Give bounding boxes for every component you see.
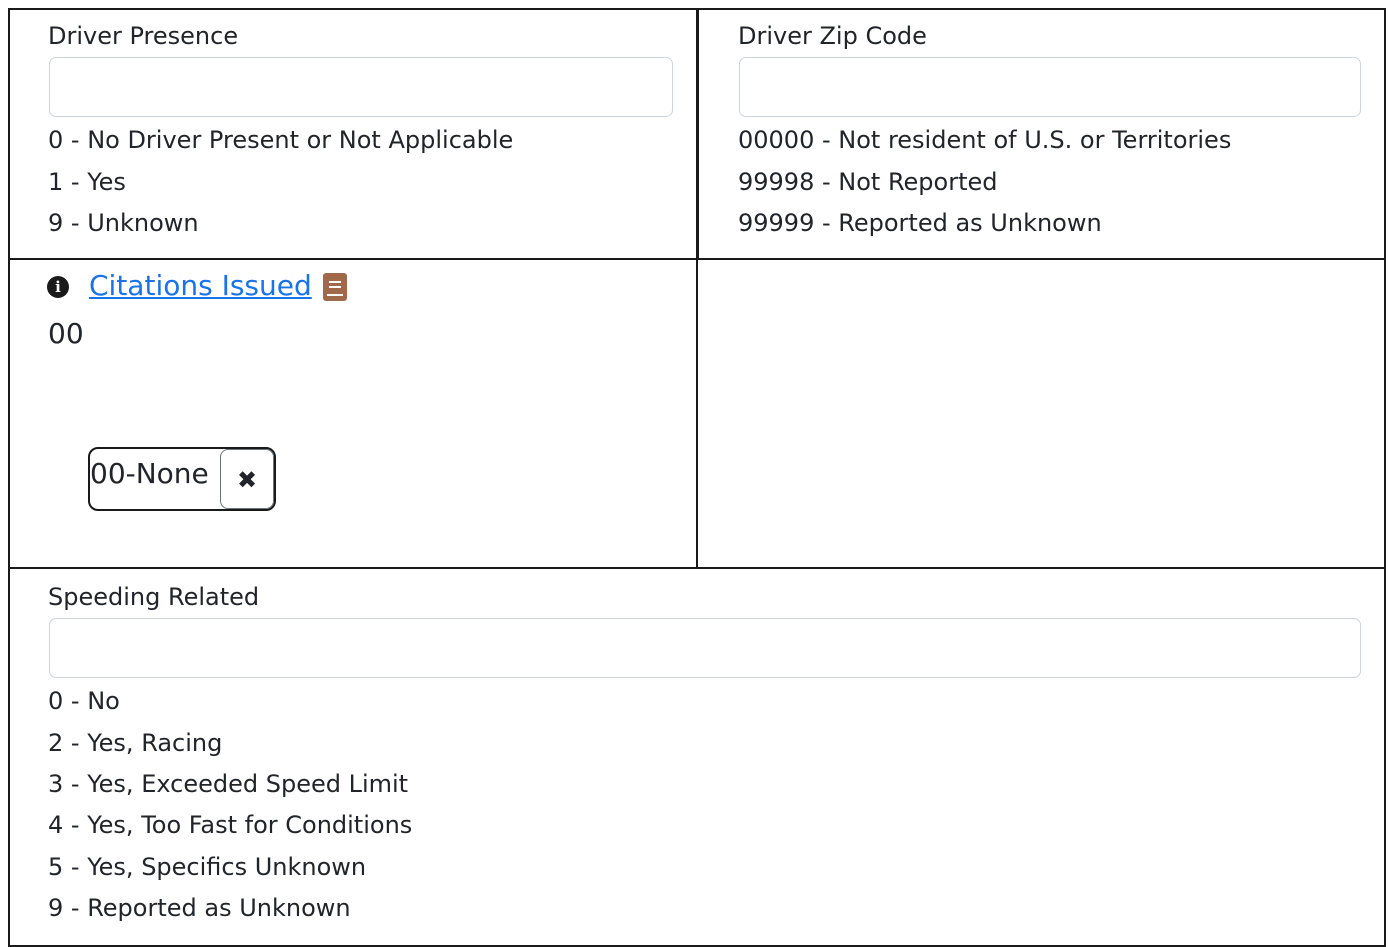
remove-chip-button[interactable]: ✖ (220, 449, 274, 509)
chip-label: 00-None (90, 457, 209, 490)
speeding-option: 4 - Yes, Too Fast for Conditions (48, 811, 413, 839)
driver-presence-label: Driver Presence (48, 22, 239, 50)
driver-zip-option: 99998 - Not Reported (738, 168, 998, 196)
citations-section (8, 258, 698, 569)
driver-presence-option: 0 - No Driver Present or Not Applicable (48, 126, 514, 154)
info-icon[interactable]: i (47, 276, 69, 298)
citations-value: 00 (48, 317, 84, 350)
empty-section (696, 258, 1386, 569)
driver-presence-option: 1 - Yes (48, 168, 126, 196)
driver-presence-input[interactable] (49, 57, 673, 117)
speeding-option: 2 - Yes, Racing (48, 729, 223, 757)
driver-zip-option: 99999 - Reported as Unknown (738, 209, 1102, 237)
citations-issued-link[interactable]: Citations Issued (89, 268, 312, 304)
driver-zip-input[interactable] (739, 57, 1361, 117)
speeding-option: 9 - Reported as Unknown (48, 894, 351, 922)
driver-zip-option: 00000 - Not resident of U.S. or Territor… (738, 126, 1232, 154)
speeding-input[interactable] (49, 618, 1361, 678)
book-icon[interactable] (323, 273, 347, 301)
speeding-option: 3 - Yes, Exceeded Speed Limit (48, 770, 409, 798)
driver-presence-option: 9 - Unknown (48, 209, 199, 237)
driver-zip-label: Driver Zip Code (738, 22, 927, 50)
speeding-option: 5 - Yes, Specifics Unknown (48, 853, 367, 881)
speeding-option: 0 - No (48, 687, 120, 715)
speeding-label: Speeding Related (48, 583, 260, 611)
